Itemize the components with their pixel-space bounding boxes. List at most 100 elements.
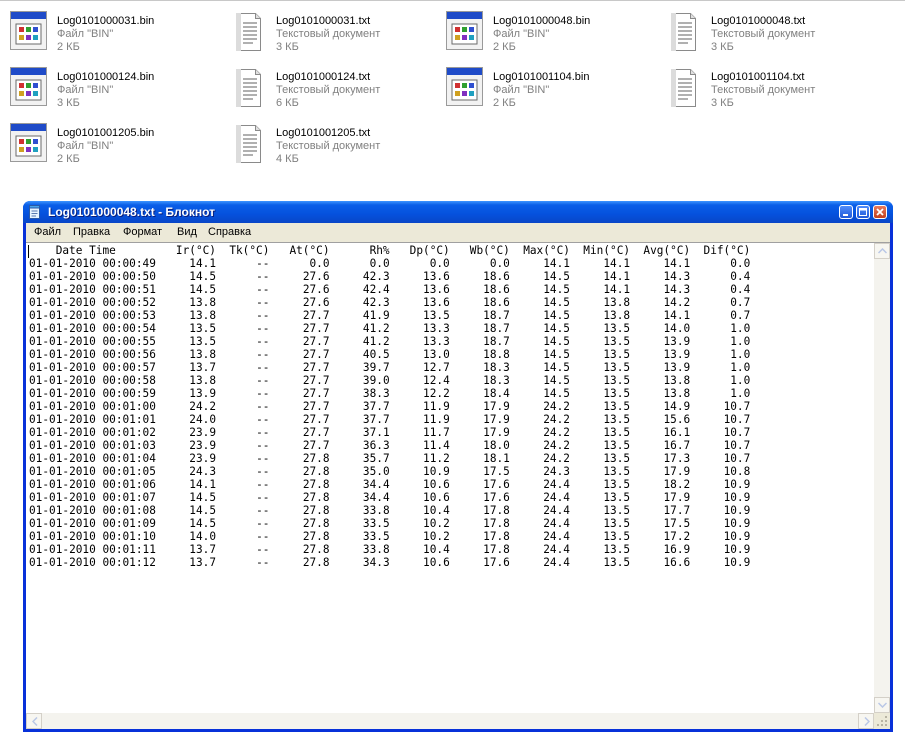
value-cell: --	[256, 530, 270, 543]
value-cell: --	[256, 413, 270, 426]
value-cell: 13.5	[603, 439, 631, 452]
value-cell: 14.2	[663, 296, 691, 309]
file-item[interactable]: Log0101001104.bin Файл "BIN" 2 КБ	[438, 61, 648, 111]
file-item[interactable]: Log0101001205.txt Текстовый документ 4 КБ	[221, 117, 431, 167]
file-item[interactable]: Log0101000031.bin Файл "BIN" 2 КБ	[2, 5, 212, 55]
value-cell: 27.8	[302, 556, 330, 569]
scroll-up-button[interactable]	[874, 243, 890, 259]
notepad-window: Log0101000048.txt - Блокнот Файл Правка …	[23, 201, 893, 732]
menu-file[interactable]: Файл	[34, 226, 61, 239]
title-bar[interactable]: Log0101000048.txt - Блокнот	[23, 201, 893, 223]
file-item[interactable]: Log0101000048.txt Текстовый документ 3 КБ	[656, 5, 866, 55]
menu-format[interactable]: Формат	[123, 226, 162, 239]
value-cell: Wb(°C)	[469, 244, 510, 257]
data-row: 01-01-2010 00:01:02 23.9 -- 27.7 37.1 11.7 17.…	[29, 426, 869, 439]
file-size: 3 КБ	[57, 97, 80, 109]
timestamp-cell: 01-01-2010 00:00:52	[29, 296, 156, 309]
data-row: 01-01-2010 00:01:03 23.9 -- 27.7 36.3 11.4 18.…	[29, 439, 869, 452]
value-cell: 13.5	[603, 400, 631, 413]
menu-edit[interactable]: Правка	[73, 226, 110, 239]
close-button[interactable]	[873, 205, 887, 219]
text-editor[interactable]: Date Time Ir(°C) Tk(°C) At(°C) Rh% Dp(°C) Wb(°…	[26, 242, 890, 729]
value-cell: --	[256, 491, 270, 504]
value-cell: 1.0	[730, 322, 751, 335]
file-item[interactable]: Log0101001205.bin Файл "BIN" 2 КБ	[2, 117, 212, 167]
file-item[interactable]: Log0101000048.bin Файл "BIN" 2 КБ	[438, 5, 648, 55]
value-cell: 10.9	[723, 530, 751, 543]
file-info: Log0101001104.txt Текстовый документ 3 КБ	[711, 71, 815, 110]
value-cell: 11.9	[423, 413, 450, 426]
value-cell: 13.7	[189, 361, 216, 374]
horizontal-scrollbar[interactable]	[26, 713, 874, 729]
value-cell: 24.2	[543, 439, 570, 452]
scroll-left-button[interactable]	[26, 713, 42, 729]
data-row: 01-01-2010 00:00:59 13.9 -- 27.7 38.3 12.2 18.…	[29, 387, 869, 400]
file-item[interactable]: Log0101000124.bin Файл "BIN" 3 КБ	[2, 61, 212, 111]
value-cell: 18.3	[483, 361, 510, 374]
value-cell: 17.6	[483, 491, 510, 504]
scroll-right-button[interactable]	[858, 713, 874, 729]
value-cell: 13.9	[189, 387, 216, 400]
value-cell: 12.7	[423, 361, 450, 374]
value-cell: --	[256, 257, 270, 270]
value-cell: 37.1	[362, 426, 390, 439]
data-row: 01-01-2010 00:01:11 13.7 -- 27.8 33.8 10.4 17.…	[29, 543, 869, 556]
scroll-down-button[interactable]	[874, 697, 890, 713]
value-cell: 15.6	[663, 413, 691, 426]
size-grip[interactable]	[874, 713, 890, 729]
value-cell: Max(°C)	[523, 244, 570, 257]
timestamp-cell: 01-01-2010 00:01:07	[29, 491, 156, 504]
value-cell: Dp(°C)	[409, 244, 450, 257]
value-cell: 10.6	[423, 491, 450, 504]
value-cell: 27.6	[302, 296, 330, 309]
value-cell: 13.3	[423, 322, 450, 335]
value-cell: 14.0	[189, 530, 216, 543]
minimize-button[interactable]	[839, 205, 853, 219]
file-item[interactable]: Log0101000031.txt Текстовый документ 3 КБ	[221, 5, 431, 55]
value-cell: 14.5	[543, 361, 570, 374]
value-cell: 24.4	[543, 504, 570, 517]
value-cell: 27.8	[302, 491, 330, 504]
value-cell: 23.9	[189, 452, 216, 465]
menu-help[interactable]: Справка	[208, 226, 251, 239]
value-cell: 1.0	[730, 374, 751, 387]
menu-view[interactable]: Вид	[177, 226, 197, 239]
value-cell: 13.5	[603, 465, 631, 478]
timestamp-cell: 01-01-2010 00:00:58	[29, 374, 156, 387]
value-cell: 13.7	[189, 543, 216, 556]
value-cell: 10.9	[723, 517, 751, 530]
file-type: Файл "BIN"	[493, 28, 550, 40]
value-cell: 14.3	[663, 270, 691, 283]
value-cell: 14.5	[189, 504, 216, 517]
value-cell: 10.2	[423, 530, 450, 543]
file-type: Текстовый документ	[276, 28, 381, 40]
value-cell: 24.3	[543, 465, 570, 478]
file-item[interactable]: Log0101001104.txt Текстовый документ 3 КБ	[656, 61, 866, 111]
value-cell: --	[256, 504, 270, 517]
file-info: Log0101001205.txt Текстовый документ 4 КБ	[276, 127, 380, 166]
file-info: Log0101001205.bin Файл "BIN" 2 КБ	[57, 127, 154, 166]
value-cell: 10.7	[723, 413, 751, 426]
maximize-button[interactable]	[856, 205, 870, 219]
value-cell: 27.7	[302, 309, 330, 322]
value-cell: Dif(°C)	[703, 244, 751, 257]
bin-file-icon	[8, 121, 50, 165]
data-row: 01-01-2010 00:01:10 14.0 -- 27.8 33.5 10.2 17.…	[29, 530, 869, 543]
value-cell: 17.5	[483, 465, 510, 478]
value-cell: 17.9	[483, 400, 510, 413]
value-cell: 10.4	[423, 543, 450, 556]
text-content[interactable]: Date Time Ir(°C) Tk(°C) At(°C) Rh% Dp(°C) Wb(°…	[29, 244, 869, 714]
value-cell: 39.0	[362, 374, 390, 387]
value-cell: --	[256, 452, 270, 465]
value-cell: 10.7	[723, 400, 751, 413]
file-item[interactable]: Log0101000124.txt Текстовый документ 6 КБ	[221, 61, 431, 111]
data-row: 01-01-2010 00:01:12 13.7 -- 27.8 34.3 10.6 17.…	[29, 556, 869, 569]
data-row: 01-01-2010 00:00:49 14.1 -- 0.0 0.0 0.0 0.0 14.…	[29, 257, 869, 270]
value-cell: 13.5	[603, 478, 631, 491]
vertical-scrollbar[interactable]	[874, 243, 890, 713]
file-type: Текстовый документ	[711, 28, 816, 40]
file-info: Log0101000031.txt Текстовый документ 3 КБ	[276, 15, 380, 54]
value-cell: 14.5	[543, 309, 570, 322]
value-cell: 27.7	[302, 387, 330, 400]
value-cell: 14.1	[603, 283, 631, 296]
